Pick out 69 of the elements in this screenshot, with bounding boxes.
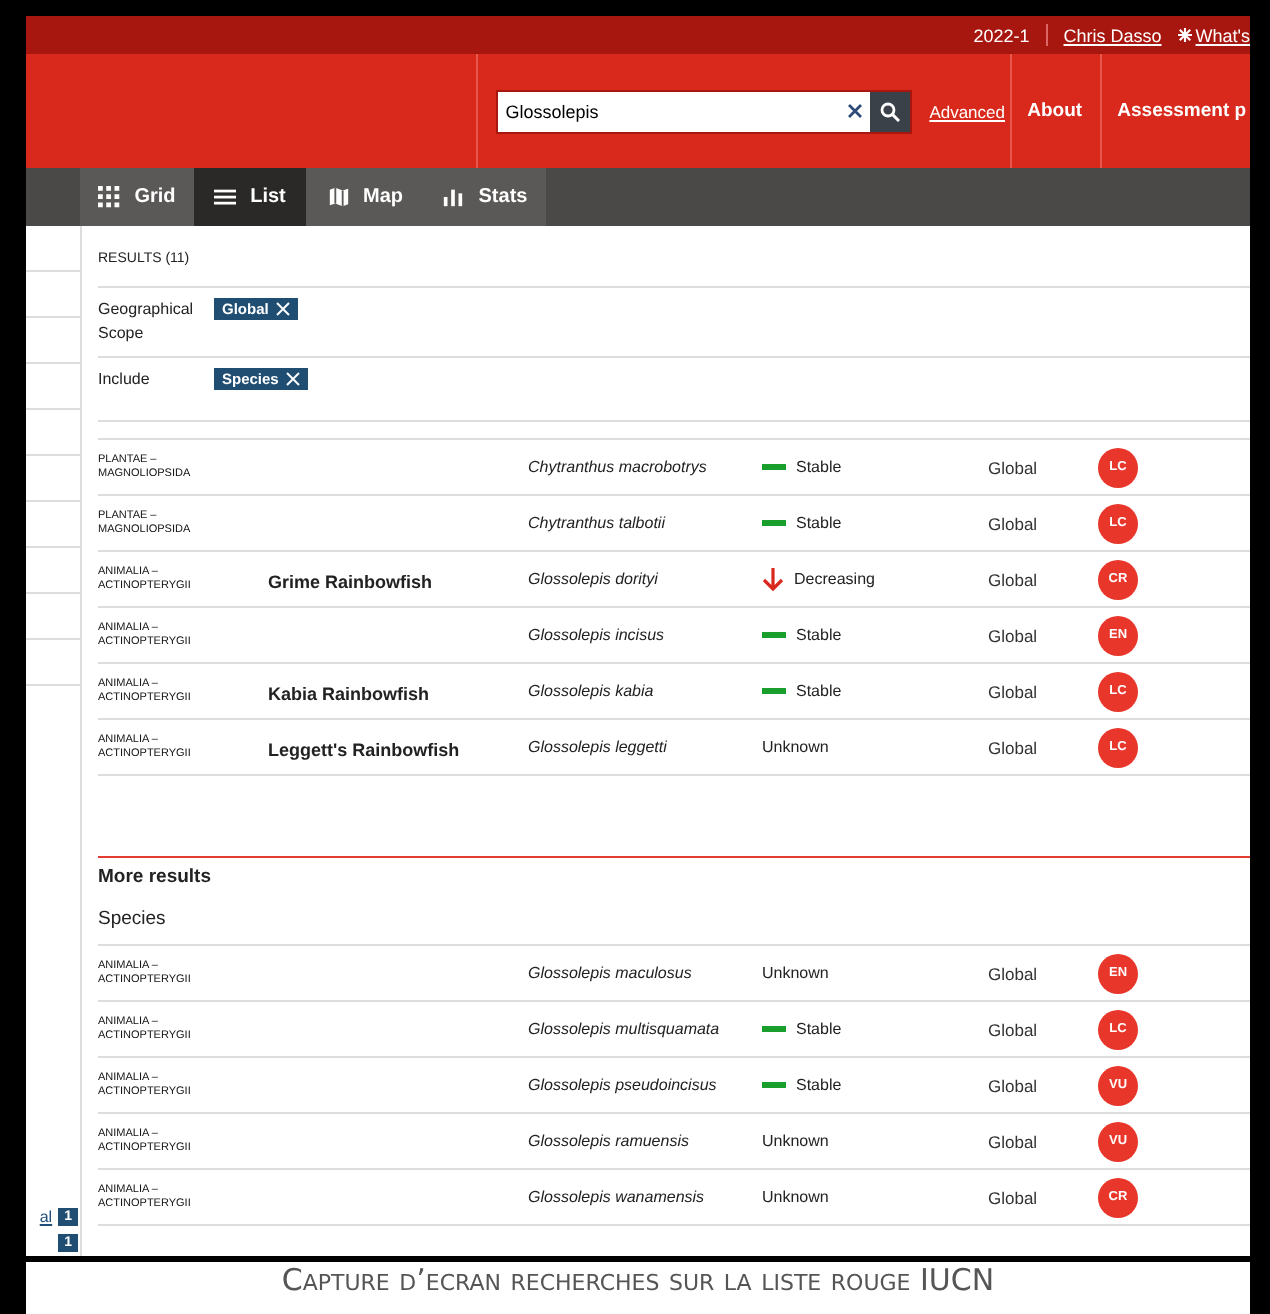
scope-label: Global: [988, 1075, 1040, 1095]
trend-label: Stable: [796, 682, 842, 700]
asterisk-icon: [1177, 28, 1192, 42]
scientific-name: Chytranthus talbotii: [528, 514, 668, 532]
search-bar[interactable]: Glossolepis: [495, 89, 912, 133]
trend-label: Stable: [796, 1076, 842, 1094]
scientific-name: Chytranthus macrobotrys: [528, 458, 709, 476]
scientific-name: Glossolepis ramuensis: [528, 1132, 691, 1150]
dash-icon: [762, 520, 786, 526]
trend-label: Stable: [796, 514, 842, 532]
view-tab[interactable]: Map: [306, 168, 424, 226]
scope-label: Global: [988, 963, 1040, 983]
dash-icon: [762, 1082, 786, 1088]
scope-label: Global: [988, 457, 1040, 477]
dash-icon: [762, 1026, 786, 1032]
dash-icon: [762, 632, 786, 638]
menu-icon: [214, 186, 237, 208]
close-icon: [847, 103, 862, 117]
trend-label: Stable: [796, 1020, 842, 1038]
scientific-name: Glossolepis kabia: [528, 682, 656, 700]
view-tab[interactable]: Stats: [424, 168, 546, 226]
scope-label: Global: [988, 1187, 1040, 1207]
scientific-name: Glossolepis wanamensis: [528, 1188, 707, 1206]
scope-label: Global: [988, 681, 1040, 701]
grid-icon: [98, 186, 121, 208]
bar-chart-icon: [442, 186, 465, 208]
trend-label: Unknown: [762, 738, 829, 756]
whats-new-link[interactable]: What's: [1177, 25, 1250, 45]
filter-label: Geographical Scope: [98, 298, 196, 346]
dash-icon: [762, 688, 786, 694]
scientific-name: Glossolepis multisquamata: [528, 1020, 722, 1038]
close-icon[interactable]: [276, 302, 291, 316]
sidebar-link[interactable]: al: [39, 1208, 53, 1226]
trend-label: Stable: [796, 626, 842, 644]
common-name: Kabia Rainbowfish: [268, 683, 430, 703]
scientific-name: Glossolepis incisus: [528, 626, 667, 644]
caption: Capture d’ecran recherches sur la liste rouge IUCN: [281, 1262, 995, 1298]
trend-label: Stable: [796, 458, 842, 476]
user-link[interactable]: Chris Dasso: [1063, 25, 1162, 45]
close-icon[interactable]: [286, 372, 301, 386]
scope-label: Global: [988, 737, 1040, 757]
search-button[interactable]: [869, 91, 910, 131]
filter-label: Include: [98, 368, 152, 392]
trend-label: Decreasing: [794, 570, 875, 588]
scope-label: Global: [988, 625, 1040, 645]
dash-icon: [762, 464, 786, 470]
view-tab[interactable]: List: [194, 168, 306, 226]
scientific-name: Glossolepis leggetti: [528, 738, 669, 756]
advanced-link[interactable]: Advanced: [929, 101, 1005, 121]
scientific-name: Glossolepis dorityi: [528, 570, 660, 588]
trend-label: Unknown: [762, 1132, 829, 1150]
nav-link[interactable]: Assessment p: [1101, 54, 1250, 168]
common-name: Grime Rainbowfish: [268, 571, 433, 591]
down-arrow-icon: [762, 567, 784, 591]
search-icon: [879, 101, 900, 121]
section-title: More results: [98, 864, 213, 892]
section-subtitle: Species: [98, 900, 1250, 946]
trend-label: Unknown: [762, 1188, 829, 1206]
version-label: 2022-1: [973, 25, 1030, 45]
common-name: Leggett's Rainbowfish: [268, 739, 460, 759]
view-tab[interactable]: Grid: [80, 168, 194, 226]
scope-label: Global: [988, 1019, 1040, 1039]
scientific-name: Glossolepis pseudoincisus: [528, 1076, 719, 1094]
scope-label: Global: [988, 1131, 1040, 1151]
scope-label: Global: [988, 569, 1040, 589]
map-icon: [327, 186, 349, 208]
scope-label: Global: [988, 513, 1040, 533]
scientific-name: Glossolepis maculosus: [528, 964, 694, 982]
trend-label: Unknown: [762, 964, 829, 982]
